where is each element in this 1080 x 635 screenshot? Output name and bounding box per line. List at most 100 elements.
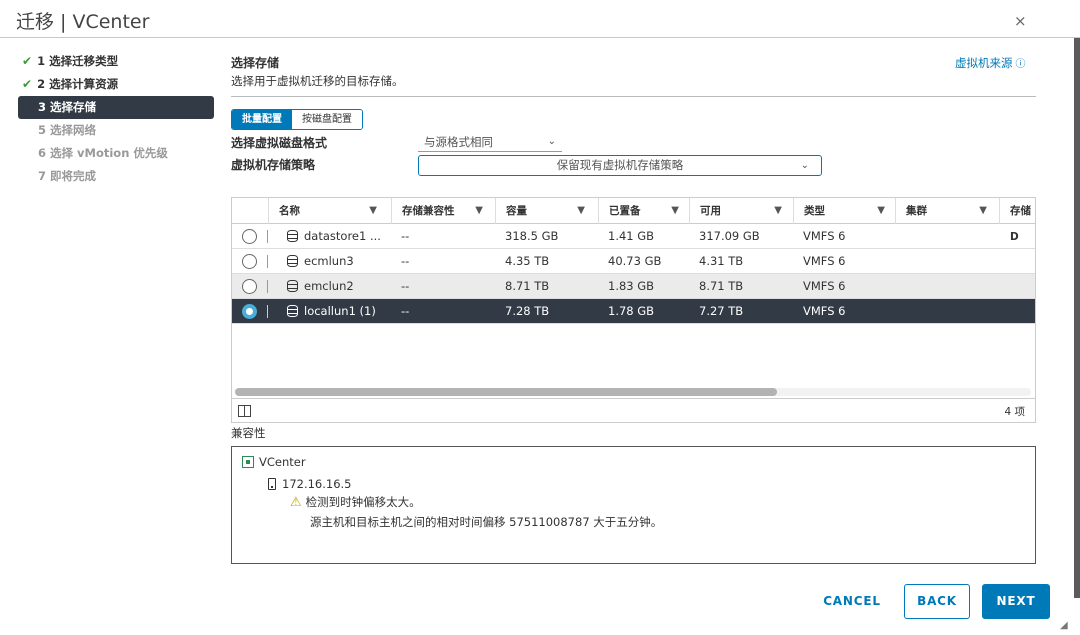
dialog-title: 迁移 | VCenter <box>16 11 150 33</box>
row-radio[interactable] <box>242 279 257 294</box>
config-mode-toggle: 批量配置 按磁盘配置 <box>231 109 363 130</box>
section-description: 选择用于虚拟机迁移的目标存储。 <box>231 74 404 88</box>
scrollbar-thumb[interactable] <box>235 388 777 396</box>
close-icon[interactable]: × <box>1014 12 1027 30</box>
cell-capacity: 7.28 TB <box>505 304 550 318</box>
chevron-down-icon: ⌄ <box>800 160 809 171</box>
column-label: 名称 <box>279 205 300 217</box>
per-disk-config-button[interactable]: 按磁盘配置 <box>292 110 362 129</box>
row-divider <box>267 280 268 293</box>
section-title: 选择存储 <box>231 56 280 70</box>
row-radio[interactable] <box>242 229 257 244</box>
column-label: 存储兼容性 <box>402 205 455 217</box>
vcenter-node: VCenter <box>242 455 306 469</box>
filter-icon[interactable]: ▼ <box>369 198 377 224</box>
step-5: 5 选择网络 <box>18 119 214 142</box>
cell-provisioned: 1.83 GB <box>608 279 655 293</box>
row-divider <box>267 305 268 318</box>
vm-source-label: 虚拟机来源 <box>955 56 1013 70</box>
datastore-icon <box>287 255 298 267</box>
cell-free: 7.27 TB <box>699 304 744 318</box>
cell-free: 8.71 TB <box>699 279 744 293</box>
column-compatibility[interactable]: 存储兼容性 ▼ <box>391 198 493 224</box>
step-label: 2 选择计算资源 <box>37 77 119 91</box>
row-radio[interactable] <box>242 254 257 269</box>
column-storage-drs[interactable]: 存储 D <box>999 198 1035 243</box>
next-button[interactable]: NEXT <box>982 584 1050 619</box>
grid-footer: 4 项 <box>232 398 1035 422</box>
table-row[interactable]: datastore1 ... -- 318.5 GB 1.41 GB 317.0… <box>232 224 1035 249</box>
warning-detail: 源主机和目标主机之间的相对时间偏移 57511008787 大于五分钟。 <box>310 515 663 529</box>
datastore-icon <box>287 280 298 292</box>
filter-icon[interactable]: ▼ <box>475 198 483 224</box>
column-cluster[interactable]: 集群 ▼ <box>895 198 997 224</box>
column-type[interactable]: 类型 ▼ <box>793 198 895 224</box>
storage-policy-value: 保留现有虚拟机存储策略 <box>556 158 684 172</box>
compatibility-label: 兼容性 <box>231 426 266 440</box>
cell-compat: -- <box>401 279 410 293</box>
column-free[interactable]: 可用 ▼ <box>689 198 792 224</box>
cell-free: 317.09 GB <box>699 229 760 243</box>
cell-type: VMFS 6 <box>803 229 846 243</box>
filter-icon[interactable]: ▼ <box>774 198 782 224</box>
item-count: 4 项 <box>1004 406 1025 418</box>
info-icon[interactable]: ⓘ <box>1016 59 1026 70</box>
cell-name: ecmlun3 <box>277 249 392 274</box>
filter-icon[interactable]: ▼ <box>877 198 885 224</box>
cell-provisioned: 40.73 GB <box>608 254 662 268</box>
chevron-down-icon: ⌄ <box>547 136 556 147</box>
column-toggle-icon[interactable] <box>238 405 251 417</box>
step-label: 3 选择存储 <box>38 100 97 114</box>
datastore-name: locallun1 (1) <box>304 304 376 318</box>
cell-type: VMFS 6 <box>803 279 846 293</box>
storage-policy-select[interactable]: 保留现有虚拟机存储策略 ⌄ <box>418 155 822 176</box>
column-provisioned[interactable]: 已置备 ▼ <box>598 198 689 224</box>
step-label: 7 即将完成 <box>38 169 97 183</box>
disk-format-select[interactable]: 与源格式相同 ⌄ <box>418 133 562 152</box>
step-3[interactable]: 3 选择存储 <box>18 96 214 119</box>
step-2[interactable]: ✔ 2 选择计算资源 <box>18 73 214 96</box>
disk-format-value: 与源格式相同 <box>424 135 493 149</box>
step-6: 6 选择 vMotion 优先级 <box>18 142 214 165</box>
back-button[interactable]: BACK <box>904 584 970 619</box>
step-label: 1 选择迁移类型 <box>37 54 119 68</box>
table-row[interactable]: emclun2 -- 8.71 TB 1.83 GB 8.71 TB VMFS … <box>232 274 1035 299</box>
cell-type: VMFS 6 <box>803 304 846 318</box>
grid-header: 名称 ▼ 存储兼容性 ▼ 容量 ▼ 已置备 ▼ 可用 ▼ 类型 ▼ 集群 ▼ 存储 D <box>232 198 1035 243</box>
cancel-button[interactable]: CANCEL <box>814 584 890 619</box>
cell-name: datastore1 ... <box>277 224 392 249</box>
column-label: 集群 <box>906 205 927 217</box>
host-node: 172.16.16.5 <box>268 477 352 491</box>
table-row[interactable]: ecmlun3 -- 4.35 TB 40.73 GB 4.31 TB VMFS… <box>232 249 1035 274</box>
row-radio-checked[interactable] <box>242 304 257 319</box>
datastore-icon <box>287 230 298 242</box>
cell-capacity: 8.71 TB <box>505 279 550 293</box>
column-label: 已置备 <box>609 205 641 217</box>
table-row-selected[interactable]: locallun1 (1) -- 7.28 TB 1.78 GB 7.27 TB… <box>232 299 1035 324</box>
column-name[interactable]: 名称 ▼ <box>268 198 387 224</box>
cell-capacity: 318.5 GB <box>505 229 559 243</box>
filter-icon[interactable]: ▼ <box>577 198 585 224</box>
check-icon: ✔ <box>22 77 33 91</box>
row-divider <box>267 230 268 243</box>
row-divider <box>267 255 268 268</box>
cell-compat: -- <box>401 254 410 268</box>
filter-icon[interactable]: ▼ <box>979 198 987 224</box>
cell-compat: -- <box>401 304 410 318</box>
cell-compat: -- <box>401 229 410 243</box>
datastore-icon <box>287 305 298 317</box>
column-label: 类型 <box>804 205 825 217</box>
filter-icon[interactable]: ▼ <box>671 198 679 224</box>
warning-icon: ⚠ <box>290 495 302 510</box>
step-1[interactable]: ✔ 1 选择迁移类型 <box>18 50 214 73</box>
cell-free: 4.31 TB <box>699 254 744 268</box>
wizard-steps: ✔ 1 选择迁移类型 ✔ 2 选择计算资源 3 选择存储 5 选择网络 6 选择 v… <box>18 50 214 188</box>
horizontal-scrollbar[interactable] <box>235 388 1031 396</box>
section-divider <box>231 96 1036 97</box>
vm-source-link[interactable]: 虚拟机来源 ⓘ <box>955 55 1026 71</box>
host-label: 172.16.16.5 <box>282 477 352 491</box>
datastore-name: datastore1 ... <box>304 229 381 243</box>
column-capacity[interactable]: 容量 ▼ <box>495 198 595 224</box>
resize-handle-icon[interactable]: ◢ <box>1060 620 1068 631</box>
batch-config-button[interactable]: 批量配置 <box>232 110 292 129</box>
